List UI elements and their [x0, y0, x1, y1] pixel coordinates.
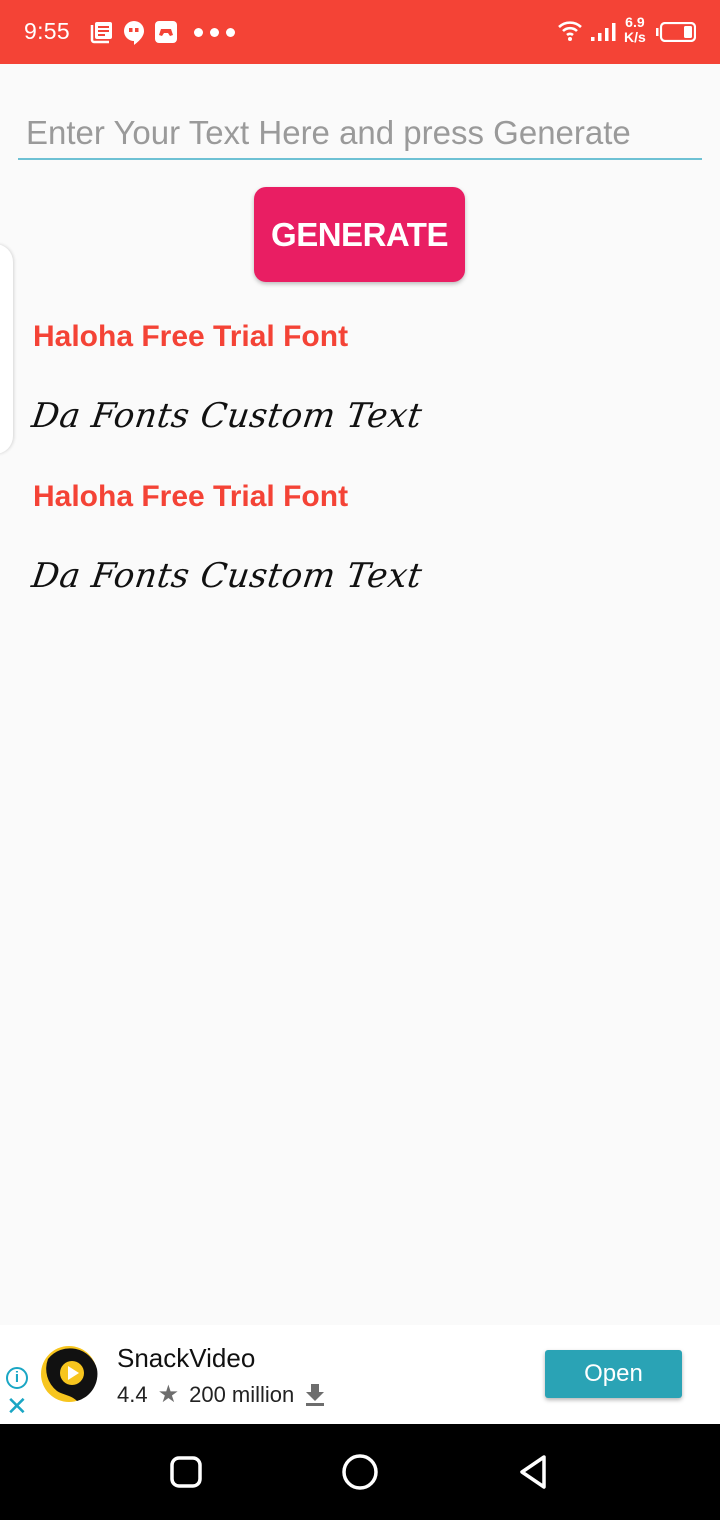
- signal-icon: [591, 23, 616, 41]
- game-icon: [155, 21, 177, 43]
- ad-info-icon[interactable]: i: [6, 1367, 28, 1389]
- download-icon: [306, 1383, 325, 1406]
- snackvideo-logo-icon: [41, 1346, 98, 1402]
- home-icon[interactable]: [340, 1452, 380, 1492]
- ad-rating: 4.4: [117, 1381, 148, 1407]
- star-icon: ★: [157, 1381, 180, 1408]
- ad-close-icon[interactable]: ✕: [6, 1393, 28, 1419]
- status-bar: 9:55 6.9 K/s: [0, 0, 720, 64]
- back-icon[interactable]: [514, 1452, 554, 1492]
- recents-icon[interactable]: [166, 1452, 206, 1492]
- ad-meta: 4.4 ★ 200 million: [117, 1380, 326, 1409]
- network-speed: 6.9 K/s: [624, 14, 646, 45]
- more-notifications-icon: [194, 28, 235, 37]
- battery-icon: [656, 22, 696, 42]
- wifi-icon: [558, 21, 582, 41]
- screen: 9:55 6.9 K/s Enter Your Text Here and pr…: [0, 0, 720, 1520]
- news-icon: [90, 22, 112, 44]
- result-line-haloha: Haloha Free Trial Font: [33, 480, 349, 513]
- ad-installs: 200 million: [189, 1381, 295, 1407]
- ad-app-name: SnackVideo: [117, 1343, 256, 1373]
- status-time: 9:55: [24, 18, 70, 44]
- text-input[interactable]: [18, 108, 702, 160]
- hangouts-icon: [124, 21, 144, 45]
- result-line-script: Da Fonts Custom Text: [29, 396, 425, 436]
- edge-panel-handle[interactable]: [0, 244, 13, 454]
- result-line-haloha: Haloha Free Trial Font: [33, 320, 349, 353]
- generate-button[interactable]: GENERATE: [254, 187, 465, 282]
- result-line-script: Da Fonts Custom Text: [29, 556, 425, 596]
- ad-open-button[interactable]: Open: [545, 1350, 682, 1398]
- navigation-bar: [0, 1424, 720, 1520]
- ad-banner: i ✕ SnackVideo 4.4 ★ 200 million Open: [0, 1325, 720, 1424]
